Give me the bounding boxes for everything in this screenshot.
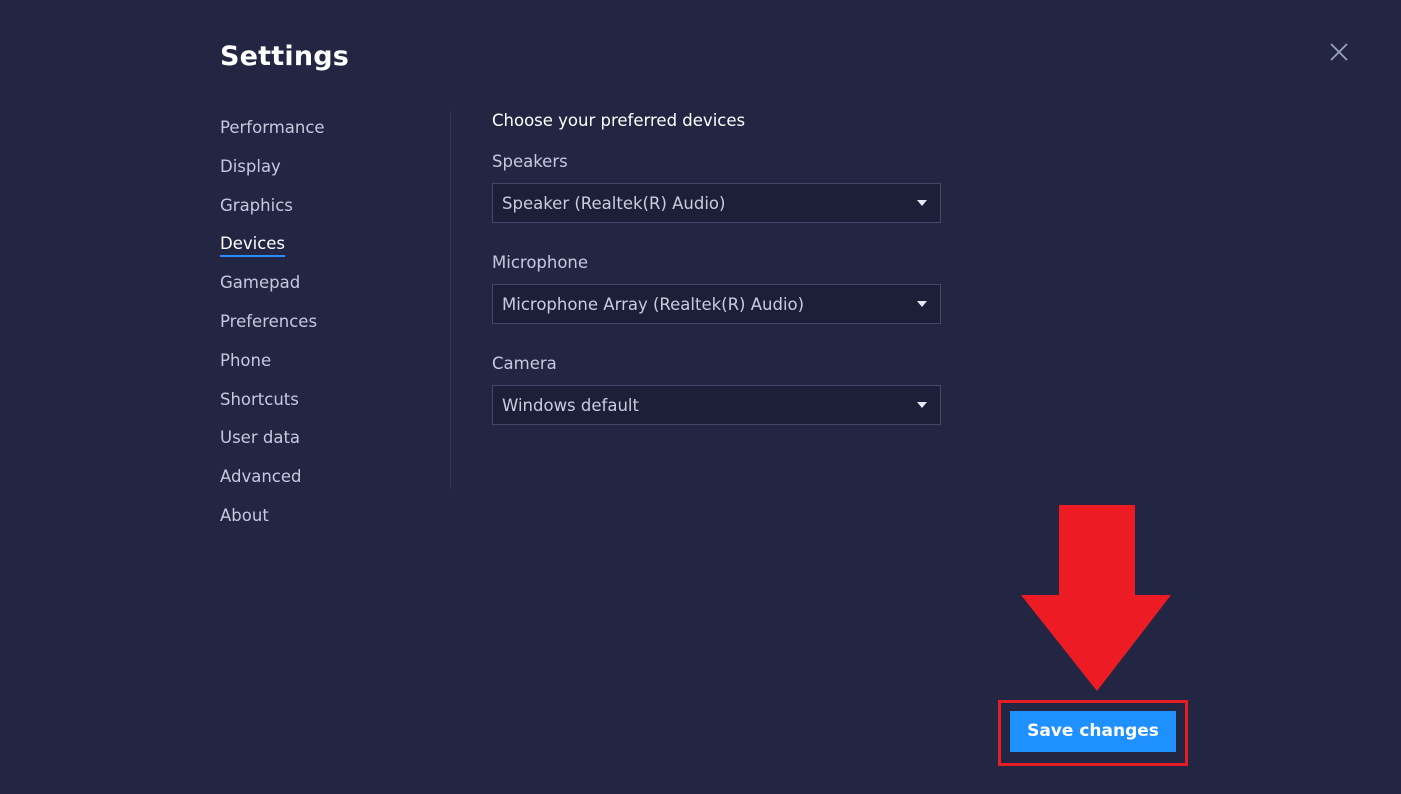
sidebar-item-label: About (220, 505, 269, 525)
camera-select[interactable]: Windows default (492, 385, 941, 425)
section-heading: Choose your preferred devices (492, 111, 746, 130)
sidebar-item-label: Advanced (220, 467, 302, 487)
close-button[interactable] (1327, 40, 1351, 64)
sidebar-item-user-data[interactable]: User data (220, 428, 430, 467)
save-button[interactable]: Save changes (1010, 711, 1176, 752)
close-icon (1330, 43, 1348, 61)
sidebar-item-display[interactable]: Display (220, 157, 430, 196)
chevron-down-icon (916, 401, 928, 409)
sidebar-item-devices[interactable]: Devices (220, 234, 430, 273)
speakers-select[interactable]: Speaker (Realtek(R) Audio) (492, 183, 941, 223)
arrow-down-icon (1021, 505, 1171, 691)
arrow-shape (1021, 505, 1171, 691)
page-title: Settings (220, 41, 350, 72)
chevron-down-icon (916, 300, 928, 308)
sidebar-item-phone[interactable]: Phone (220, 351, 430, 390)
speakers-label: Speakers (492, 152, 568, 171)
sidebar-item-advanced[interactable]: Advanced (220, 467, 430, 506)
sidebar-item-label: Phone (220, 350, 272, 370)
camera-selected-value: Windows default (502, 395, 639, 415)
sidebar-item-about[interactable]: About (220, 506, 430, 545)
microphone-selected-value: Microphone Array (Realtek(R) Audio) (502, 294, 805, 314)
sidebar-item-preferences[interactable]: Preferences (220, 312, 430, 351)
devices-panel: Choose your preferred devices Speakers S… (492, 110, 941, 425)
microphone-select[interactable]: Microphone Array (Realtek(R) Audio) (492, 284, 941, 324)
sidebar-item-label: User data (220, 428, 301, 448)
sidebar-item-label: Graphics (220, 195, 293, 215)
sidebar-item-label: Preferences (220, 311, 318, 331)
chevron-down-icon (916, 199, 928, 207)
camera-label: Camera (492, 354, 557, 373)
sidebar-item-label: Display (220, 156, 281, 176)
speakers-selected-value: Speaker (Realtek(R) Audio) (502, 193, 726, 213)
sidebar-item-label: Gamepad (220, 273, 301, 293)
sidebar-item-label: Devices (220, 234, 286, 258)
sidebar-item-label: Performance (220, 118, 325, 137)
microphone-label: Microphone (492, 253, 589, 272)
sidebar-divider (450, 110, 451, 490)
sidebar-item-label: Shortcuts (220, 389, 299, 409)
sidebar-item-shortcuts[interactable]: Shortcuts (220, 390, 430, 429)
sidebar-item-graphics[interactable]: Graphics (220, 196, 430, 235)
settings-sidebar: Performance Display Graphics Devices Gam… (220, 118, 430, 545)
sidebar-item-performance[interactable]: Performance (220, 118, 430, 157)
sidebar-item-gamepad[interactable]: Gamepad (220, 273, 430, 312)
